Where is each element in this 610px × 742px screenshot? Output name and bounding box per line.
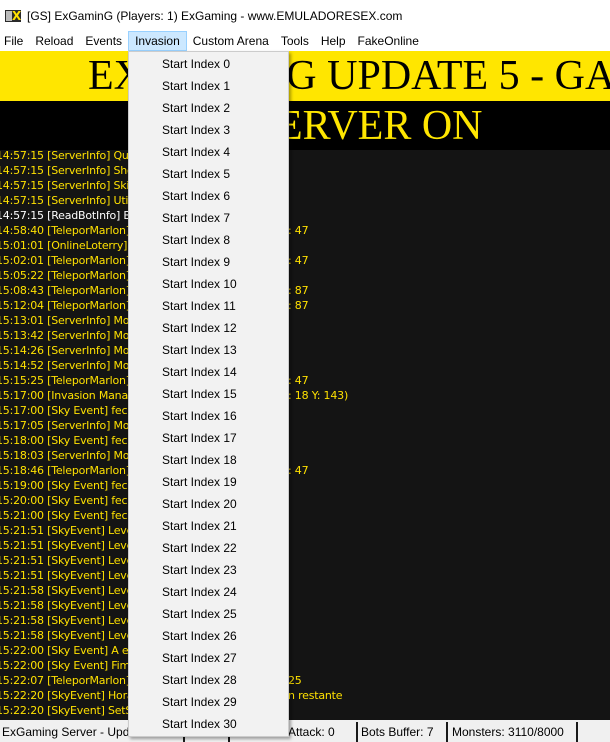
log-line: 15:01:01 [OnlineLoterry] No [0, 239, 146, 252]
menu-item-start-index-23[interactable]: Start Index 23 [129, 559, 288, 581]
title-bar: X [GS] ExGaminG (Players: 1) ExGaming - … [0, 0, 610, 31]
log-line: 15:17:00 [Invasion Manage [0, 389, 142, 402]
log-line: 15:18:03 [ServerInfo] Mons [0, 449, 142, 462]
status-monsters: Monsters: 3110/8000 [448, 722, 578, 742]
log-line: 15:14:52 [ServerInfo] Mons [0, 359, 142, 372]
log-line: 15:21:58 [SkyEvent] Level [0, 614, 136, 627]
menu-reload[interactable]: Reload [29, 31, 79, 51]
log-line: 15:22:00 [Sky Event] A entr [0, 644, 144, 657]
menu-item-start-index-2[interactable]: Start Index 2 [129, 97, 288, 119]
menu-item-start-index-14[interactable]: Start Index 14 [129, 361, 288, 383]
log-line: 15:14:26 [ServerInfo] Mons [0, 344, 142, 357]
menu-item-start-index-17[interactable]: Start Index 17 [129, 427, 288, 449]
menu-file[interactable]: File [0, 31, 29, 51]
menu-fakeonline[interactable]: FakeOnline [352, 31, 425, 51]
menu-invasion[interactable]: Invasion [128, 31, 187, 51]
menu-help[interactable]: Help [315, 31, 352, 51]
menu-item-start-index-7[interactable]: Start Index 7 [129, 207, 288, 229]
log-line: 15:13:42 [ServerInfo] Mons [0, 329, 142, 342]
log-line: 15:21:58 [SkyEvent] Level [0, 599, 136, 612]
menu-bar: File Reload Events Invasion Custom Arena… [0, 31, 610, 51]
log-line-tail: 25 [288, 674, 302, 687]
menu-custom-arena[interactable]: Custom Arena [187, 31, 275, 51]
log-line: 15:08:43 [TeleporMarlon] - I [0, 284, 144, 297]
log-line: 15:21:51 [SkyEvent] Level [0, 524, 136, 537]
log-line: 15:12:04 [TeleporMarlon] - I [0, 299, 144, 312]
menu-item-start-index-0[interactable]: Start Index 0 [129, 53, 288, 75]
banner-bottom: GAMESERVER ON [0, 101, 610, 150]
log-line: 15:21:51 [SkyEvent] Level [0, 554, 136, 567]
log-line: 15:17:00 [Sky Event] fecha [0, 404, 141, 417]
menu-item-start-index-12[interactable]: Start Index 12 [129, 317, 288, 339]
log-line: 15:18:00 [Sky Event] fecha [0, 434, 141, 447]
banner-top: EXGAMING UPDATE 5 - GA [0, 51, 610, 101]
log-line: 15:15:25 [TeleporMarlon] - I [0, 374, 144, 387]
menu-item-start-index-13[interactable]: Start Index 13 [129, 339, 288, 361]
status-bots-buffer: Bots Buffer: 7 [358, 722, 448, 742]
log-line: 15:21:51 [SkyEvent] Level [0, 569, 136, 582]
log-line: 15:22:00 [Sky Event] Fim de [0, 659, 147, 672]
menu-item-start-index-29[interactable]: Start Index 29 [129, 691, 288, 713]
menu-tools[interactable]: Tools [275, 31, 315, 51]
log-line: 15:19:00 [Sky Event] fecha [0, 479, 141, 492]
log-line-tail: : 47 [288, 224, 309, 237]
menu-item-start-index-27[interactable]: Start Index 27 [129, 647, 288, 669]
menu-item-start-index-20[interactable]: Start Index 20 [129, 493, 288, 515]
log-line: 15:13:01 [ServerInfo] Mons [0, 314, 142, 327]
log-line-tail: : 18 Y: 143) [288, 389, 349, 402]
menu-item-start-index-19[interactable]: Start Index 19 [129, 471, 288, 493]
menu-item-start-index-16[interactable]: Start Index 16 [129, 405, 288, 427]
invasion-dropdown-menu: Start Index 0 Start Index 1 Start Index 2S… [128, 51, 289, 737]
log-line: 15:21:58 [SkyEvent] Level [0, 584, 136, 597]
log-line: 15:05:22 [TeleporMarlon] - I [0, 269, 144, 282]
menu-item-start-index-28[interactable]: Start Index 28 [129, 669, 288, 691]
log-line-tail: : 47 [288, 254, 309, 267]
exgaming-logo-icon: X [5, 9, 21, 22]
log-line: 15:18:46 [TeleporMarlon] - I [0, 464, 144, 477]
menu-item-start-index-6[interactable]: Start Index 6 [129, 185, 288, 207]
menu-item-start-index-9[interactable]: Start Index 9 [129, 251, 288, 273]
log-line: 14:57:15 [ServerInfo] Shop [0, 164, 141, 177]
log-line: 15:17:05 [ServerInfo] Mons [0, 419, 142, 432]
log-line: 14:57:15 [ServerInfo] Quest [0, 150, 145, 162]
log-line: 15:21:58 [SkyEvent] Level [0, 629, 136, 642]
window-title: [GS] ExGaminG (Players: 1) ExGaming - ww… [27, 8, 403, 23]
menu-item-start-index-4[interactable]: Start Index 4 [129, 141, 288, 163]
menu-item-start-index-11[interactable]: Start Index 11 [129, 295, 288, 317]
log-line-tail: : 47 [288, 464, 309, 477]
menu-item-start-index-21[interactable]: Start Index 21 [129, 515, 288, 537]
log-line: 15:22:20 [SkyEvent] SetSta [0, 704, 143, 717]
log-line: 15:22:20 [SkyEvent] Hora d [0, 689, 144, 702]
menu-item-start-index-18[interactable]: Start Index 18 [129, 449, 288, 471]
menu-item-start-index-10[interactable]: Start Index 10 [129, 273, 288, 295]
log-line: 15:21:51 [SkyEvent] Level [0, 539, 136, 552]
log-line: 14:58:40 [TeleporMarlon] - I [0, 224, 144, 237]
menu-item-start-index-15[interactable]: Start Index 15 [129, 383, 288, 405]
log-line-tail: : 47 [288, 374, 309, 387]
log-line-tail: n restante [288, 689, 343, 702]
log-line: 14:57:15 [ReadBotInfo] Bot [0, 209, 142, 222]
menu-item-start-index-22[interactable]: Start Index 22 [129, 537, 288, 559]
server-log: 14:57:15 [ServerInfo] Quest 14:57:15 [Ser… [0, 150, 610, 720]
log-line: 15:02:01 [TeleporMarlon] - I [0, 254, 144, 267]
log-line-tail: : 87 [288, 284, 309, 297]
menu-item-start-index-8[interactable]: Start Index 8 [129, 229, 288, 251]
log-line: 14:57:15 [ServerInfo] Skill lo [0, 179, 148, 192]
menu-item-start-index-3[interactable]: Start Index 3 [129, 119, 288, 141]
menu-item-start-index-26[interactable]: Start Index 26 [129, 625, 288, 647]
status-bar: ExGaming Server - Upda Attack: 0 Bots Bu… [0, 720, 610, 742]
log-line: 14:57:15 [ServerInfo] Util lo [0, 194, 144, 207]
log-line: 15:21:00 [Sky Event] fecha [0, 509, 141, 522]
menu-item-start-index-24[interactable]: Start Index 24 [129, 581, 288, 603]
menu-item-start-index-30[interactable]: Start Index 30 [129, 713, 288, 735]
menu-item-start-index-25[interactable]: Start Index 25 [129, 603, 288, 625]
log-line-tail: : 87 [288, 299, 309, 312]
menu-events[interactable]: Events [79, 31, 128, 51]
menu-item-start-index-1[interactable]: Start Index 1 [129, 75, 288, 97]
log-line: 15:22:07 [TeleporMarlon] - I [0, 674, 144, 687]
status-cell-end [578, 722, 610, 742]
menu-item-start-index-5[interactable]: Start Index 5 [129, 163, 288, 185]
log-line: 15:20:00 [Sky Event] fecha [0, 494, 141, 507]
